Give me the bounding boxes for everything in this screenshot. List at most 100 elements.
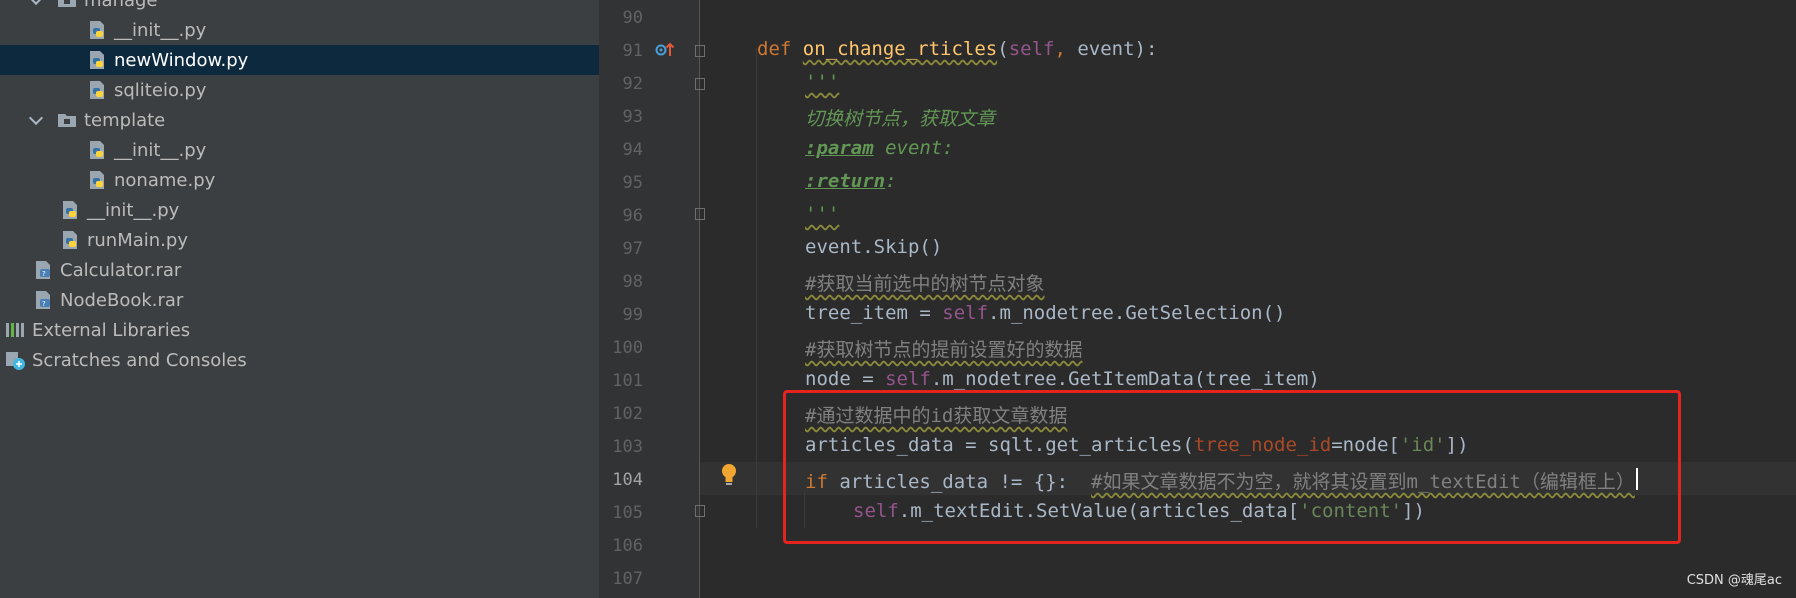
project-tool-window: manage __init__.py newWindow.py sqliteio… bbox=[0, 0, 599, 598]
tree-item-scratches[interactable]: Scratches and Consoles bbox=[0, 345, 599, 375]
fold-marker[interactable] bbox=[695, 208, 705, 220]
line-number: 92 bbox=[622, 74, 643, 94]
line-number: 100 bbox=[612, 338, 643, 358]
code-line[interactable]: :return: bbox=[805, 170, 897, 192]
libraries-icon bbox=[6, 323, 24, 337]
tree-item-file[interactable]: __init__.py bbox=[0, 15, 599, 45]
line-number: 96 bbox=[622, 206, 643, 226]
tree-item-label: __init__.py bbox=[114, 139, 207, 161]
code-token: node = bbox=[805, 368, 886, 390]
line-number: 94 bbox=[622, 140, 643, 160]
folder-icon bbox=[58, 114, 76, 127]
python-file-icon bbox=[90, 81, 104, 99]
tree-item-file[interactable]: sqliteio.py bbox=[0, 75, 599, 105]
code-token: #获取树节点的提前设置好的数据 bbox=[805, 339, 1083, 361]
tree-item-label: noname.py bbox=[114, 169, 216, 191]
code-token: tree_item = bbox=[805, 302, 943, 324]
line-number: 90 bbox=[622, 8, 643, 28]
tree-item-label: runMain.py bbox=[87, 229, 188, 251]
tree-item-archive[interactable]: ? NodeBook.rar bbox=[0, 285, 599, 315]
tree-item-file[interactable]: __init__.py bbox=[0, 135, 599, 165]
code-token: self bbox=[885, 368, 931, 390]
tree-item-label: manage bbox=[84, 0, 158, 11]
code-token: def bbox=[757, 38, 803, 60]
override-gutter-icon[interactable] bbox=[655, 40, 677, 60]
code-line[interactable]: node = self.m_nodetree.GetItemData(tree_… bbox=[805, 368, 1320, 390]
folder-icon bbox=[58, 0, 76, 7]
tree-item-label: template bbox=[84, 109, 166, 131]
code-line[interactable]: :param event: bbox=[805, 137, 954, 159]
annotation-highlight-box bbox=[783, 390, 1681, 544]
code-line[interactable]: def on_change_rticles(self, event): bbox=[757, 38, 1157, 60]
line-number: 93 bbox=[622, 107, 643, 127]
line-number: 91 bbox=[622, 41, 643, 61]
code-token: :return bbox=[805, 170, 886, 192]
code-token: on_change_rticles bbox=[802, 38, 998, 60]
python-file-icon bbox=[90, 141, 104, 159]
text-caret bbox=[1636, 468, 1638, 490]
tree-item-file[interactable]: __init__.py bbox=[0, 195, 599, 225]
fold-marker[interactable] bbox=[695, 45, 705, 57]
tree-item-file[interactable]: noname.py bbox=[0, 165, 599, 195]
line-number: 104 bbox=[612, 470, 643, 490]
lightbulb-icon[interactable] bbox=[720, 462, 738, 486]
svg-text:?: ? bbox=[42, 300, 46, 308]
code-token: #获取当前选中的树节点对象 bbox=[805, 273, 1045, 295]
archive-file-icon: ? bbox=[36, 291, 50, 309]
tree-item-label: External Libraries bbox=[32, 319, 191, 341]
fold-marker[interactable] bbox=[695, 505, 705, 517]
code-token: ( bbox=[997, 38, 1009, 60]
tree-item-external-libraries[interactable]: External Libraries bbox=[0, 315, 599, 345]
tree-item-file[interactable]: runMain.py bbox=[0, 225, 599, 255]
line-number: 97 bbox=[622, 239, 643, 259]
chevron-down-icon[interactable] bbox=[30, 114, 42, 126]
tree-item-archive[interactable]: ? Calculator.rar bbox=[0, 255, 599, 285]
svg-text:?: ? bbox=[42, 270, 46, 278]
tree-item-template[interactable]: template bbox=[0, 105, 599, 135]
line-number: 99 bbox=[622, 305, 643, 325]
tree-item-label: __init__.py bbox=[114, 19, 207, 41]
archive-file-icon: ? bbox=[36, 261, 50, 279]
tree-item-label: NodeBook.rar bbox=[60, 289, 184, 311]
line-number: 102 bbox=[612, 404, 643, 424]
tree-item-label: sqliteio.py bbox=[114, 79, 207, 101]
line-number: 105 bbox=[612, 503, 643, 523]
chevron-down-icon[interactable] bbox=[30, 0, 42, 6]
code-token: event: bbox=[873, 137, 954, 159]
line-number: 95 bbox=[622, 173, 643, 193]
indent-guide bbox=[756, 48, 757, 528]
scratches-icon bbox=[6, 352, 25, 370]
python-file-icon bbox=[90, 21, 104, 39]
tree-item-label: Scratches and Consoles bbox=[32, 349, 247, 371]
tree-item-file-selected[interactable]: newWindow.py bbox=[0, 45, 599, 75]
line-number: 103 bbox=[612, 437, 643, 457]
code-line[interactable]: 切换树节点，获取文章 bbox=[805, 104, 995, 131]
code-line[interactable]: #获取当前选中的树节点对象 bbox=[805, 269, 1044, 296]
code-token: event.Skip() bbox=[805, 236, 943, 258]
code-token: .m_nodetree.GetItemData(tree_item) bbox=[930, 368, 1320, 390]
tree-item-label: newWindow.py bbox=[114, 49, 249, 71]
line-number: 107 bbox=[612, 569, 643, 589]
code-token: self bbox=[942, 302, 989, 324]
code-token: ''' bbox=[805, 203, 840, 225]
code-token: self bbox=[1008, 38, 1055, 60]
python-file-icon bbox=[63, 201, 77, 219]
tree-item-manage[interactable]: manage bbox=[0, 0, 599, 15]
code-line[interactable]: #获取树节点的提前设置好的数据 bbox=[805, 335, 1082, 362]
code-line[interactable]: tree_item = self.m_nodetree.GetSelection… bbox=[805, 302, 1285, 324]
code-line[interactable]: ''' bbox=[805, 71, 839, 93]
python-file-icon bbox=[90, 51, 104, 69]
line-number: 106 bbox=[612, 536, 643, 556]
code-token: ''' bbox=[805, 71, 840, 93]
code-line[interactable]: ''' bbox=[805, 203, 839, 225]
code-token: : bbox=[885, 170, 897, 192]
code-token: event): bbox=[1077, 38, 1158, 60]
code-token: .m_nodetree.GetSelection() bbox=[988, 302, 1286, 324]
python-file-icon bbox=[90, 171, 104, 189]
tree-item-label: Calculator.rar bbox=[60, 259, 182, 281]
line-number: 98 bbox=[622, 272, 643, 292]
code-line[interactable]: event.Skip() bbox=[805, 236, 942, 258]
code-token: 切换树节点，获取文章 bbox=[805, 108, 996, 130]
fold-marker[interactable] bbox=[695, 78, 705, 90]
code-token: , bbox=[1054, 38, 1078, 60]
